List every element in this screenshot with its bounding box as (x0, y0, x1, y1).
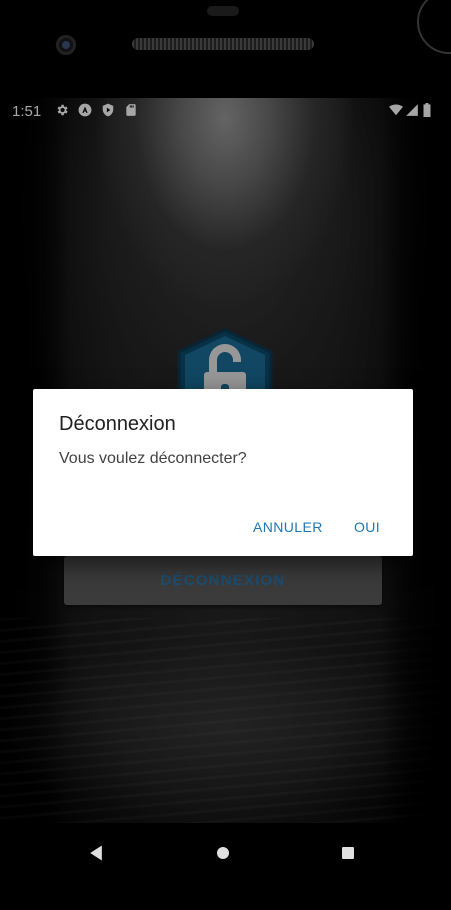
earpiece (207, 6, 239, 16)
cancel-button[interactable]: ANNULER (247, 515, 329, 539)
home-icon[interactable] (211, 841, 235, 865)
front-camera (56, 35, 76, 55)
bezel-corner (417, 0, 451, 54)
confirm-button[interactable]: OUI (348, 515, 386, 539)
recents-icon[interactable] (336, 841, 360, 865)
navigation-bar (0, 823, 451, 910)
device-frame: 1:51 DÉCONNEXION Déconnexion Vous voulez… (0, 0, 451, 910)
phone-bezel-top (0, 0, 451, 98)
dialog-title: Déconnexion (59, 413, 176, 435)
speaker-grille (132, 38, 314, 50)
logout-dialog: Déconnexion Vous voulez déconnecter? ANN… (33, 389, 413, 556)
back-icon[interactable] (84, 841, 108, 865)
dialog-message: Vous voulez déconnecter? (59, 450, 247, 467)
